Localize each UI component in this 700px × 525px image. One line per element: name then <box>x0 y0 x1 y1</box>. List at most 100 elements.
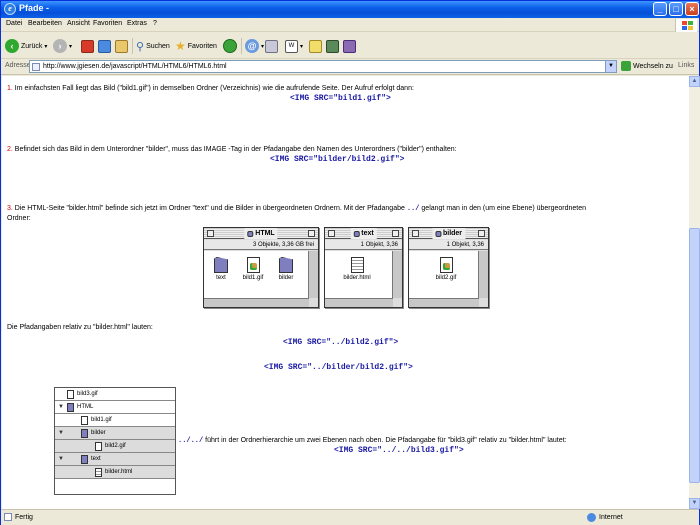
paragraph-text: Im einfachsten Fall liegt das Bild ("bil… <box>14 85 414 92</box>
printer-icon <box>265 39 278 53</box>
favorites-button[interactable]: ★ Favoriten <box>175 37 217 55</box>
disclosure-triangle-icon[interactable]: ▼ <box>58 427 64 440</box>
code-example-1: <IMG SRC="bild1.gif"> <box>290 94 391 103</box>
paragraph-1: 1. Im einfachsten Fall liegt das Bild ("… <box>7 84 687 94</box>
print-button[interactable] <box>265 37 278 55</box>
finder-info: 1 Objekt, 3,36 <box>409 240 488 250</box>
address-input[interactable]: http://www.jgiesen.de/javascript/HTML/HT… <box>29 60 617 73</box>
html-file-icon <box>95 468 102 477</box>
paragraph-number: 1. <box>7 85 13 92</box>
paragraph-number: 2. <box>7 146 13 153</box>
paragraph-text: Die HTML-Seite "bilder.html" befinde sic… <box>14 205 405 212</box>
star-icon: ★ <box>175 39 186 53</box>
gif-file-icon <box>95 442 102 451</box>
search-button[interactable]: ⚲ Suchen <box>136 37 170 55</box>
forward-button[interactable]: › ▾ <box>53 37 72 55</box>
paragraph-4: Die Pfadangaben relativ zu "bilder.html"… <box>7 324 153 331</box>
paragraph-number: 3. <box>7 205 13 212</box>
menu-favoriten[interactable]: Favoriten <box>93 20 122 27</box>
disclosure-triangle-icon[interactable]: ▼ <box>58 401 64 414</box>
code-example-5: <IMG SRC="../../bild3.gif"> <box>334 446 464 455</box>
folder-icon <box>279 257 293 273</box>
status-text: Fertig <box>15 514 33 521</box>
go-arrow-icon <box>621 61 631 71</box>
finder-title: bilder <box>442 230 463 237</box>
tool-icon <box>343 39 356 53</box>
close-box-icon <box>328 230 335 237</box>
tree-row: bilder.html <box>55 466 175 479</box>
refresh-button[interactable] <box>98 37 111 55</box>
folder-icon <box>353 230 360 237</box>
tree-row: ▼ bilder <box>55 427 175 440</box>
tool-icon <box>326 39 339 53</box>
inline-code: ../ <box>406 205 420 213</box>
window-title: Pfade - <box>19 3 50 13</box>
file-item: bild2.gif <box>431 257 461 281</box>
mail-button[interactable]: @ ▾ <box>245 37 264 55</box>
stop-icon <box>81 39 94 53</box>
back-label: Zurück <box>21 42 43 50</box>
close-box-icon <box>207 230 214 237</box>
code-example-2: <IMG SRC="bilder/bild2.gif"> <box>270 155 405 164</box>
tool-button-1[interactable] <box>326 37 339 55</box>
dropdown-icon: ▾ <box>69 43 73 50</box>
browser-window: e Pfade - _ □ × Datei Bearbeiten Ansicht… <box>0 0 700 525</box>
dropdown-icon: ▾ <box>261 43 265 50</box>
finder-window-text: text 1 Objekt, 3,36 bilder.html <box>324 227 403 308</box>
go-label: Wechseln zu <box>633 62 673 70</box>
code-example-3: <IMG SRC="../bild2.gif"> <box>283 338 399 347</box>
minimize-button[interactable]: _ <box>653 2 667 16</box>
notes-button[interactable] <box>309 37 322 55</box>
gif-file-icon <box>439 257 453 273</box>
gif-file-icon <box>246 257 260 273</box>
back-button[interactable]: ‹ Zurück ▾ <box>5 37 47 55</box>
page-content: 1. Im einfachsten Fall liegt das Bild ("… <box>2 76 689 509</box>
stop-button[interactable] <box>81 37 94 55</box>
history-button[interactable] <box>223 37 237 55</box>
maximize-button[interactable]: □ <box>669 2 683 16</box>
scroll-down-icon[interactable]: ▼ <box>689 498 700 509</box>
home-icon <box>115 39 128 53</box>
close-box-icon <box>412 230 419 237</box>
go-button[interactable]: Wechseln zu <box>621 61 673 71</box>
inline-code: ../../ <box>178 437 204 445</box>
page-icon <box>32 63 40 71</box>
edit-button[interactable]: W ▾ <box>285 37 303 55</box>
status-bar: Fertig Internet <box>1 509 699 525</box>
home-button[interactable] <box>115 37 128 55</box>
page-icon <box>4 513 12 521</box>
finder-window-html: HTML 3 Objekte, 3,36 GB frei text bild1.… <box>203 227 319 308</box>
menu-bearbeiten[interactable]: Bearbeiten <box>28 20 62 27</box>
dropdown-icon: ▾ <box>44 43 48 50</box>
scroll-up-icon[interactable]: ▲ <box>689 76 700 87</box>
menu-extras[interactable]: Extras <box>127 20 147 27</box>
menu-datei[interactable]: Datei <box>6 20 22 27</box>
address-bar: Adresse http://www.jgiesen.de/javascript… <box>1 59 699 75</box>
folder-icon <box>67 403 74 412</box>
tree-row: bild3.gif <box>55 388 175 401</box>
mail-icon: @ <box>245 39 259 53</box>
zoom-box-icon <box>392 230 399 237</box>
history-icon <box>223 39 237 53</box>
globe-icon <box>587 513 596 522</box>
tree-row: bild1.gif <box>55 414 175 427</box>
disclosure-triangle-icon[interactable]: ▼ <box>58 453 64 466</box>
file-item: bild1.gif <box>238 257 268 281</box>
links-button[interactable]: Links <box>678 62 694 69</box>
finder-window-bilder: bilder 1 Objekt, 3,36 bild2.gif <box>408 227 489 308</box>
finder-info: 3 Objekte, 3,36 GB frei <box>204 240 318 250</box>
zoom-box-icon <box>478 230 485 237</box>
paragraph-3: 3. Die HTML-Seite "bilder.html" befinde … <box>7 204 687 224</box>
folder-icon <box>214 257 228 273</box>
zoom-box-icon <box>308 230 315 237</box>
gif-file-icon <box>67 390 74 399</box>
menu-ansicht[interactable]: Ansicht <box>67 20 90 27</box>
close-button[interactable]: × <box>685 2 699 16</box>
address-dropdown-icon[interactable]: ▼ <box>605 61 616 72</box>
menu-help[interactable]: ? <box>153 20 157 27</box>
scroll-thumb[interactable] <box>689 228 700 483</box>
finder-title: HTML <box>255 230 275 237</box>
tool-button-2[interactable] <box>343 37 356 55</box>
vertical-scrollbar[interactable]: ▲ ▼ <box>689 76 700 509</box>
favorites-label: Favoriten <box>187 42 217 50</box>
